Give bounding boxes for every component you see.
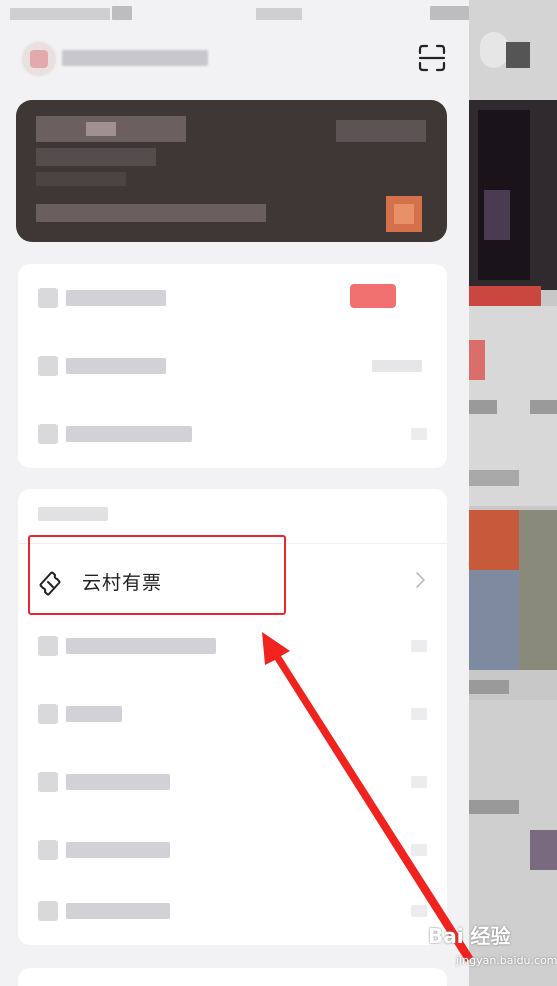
status-bar (0, 0, 469, 28)
badge (350, 284, 396, 308)
menu-item-icon (38, 424, 58, 444)
username[interactable] (62, 50, 208, 66)
watermark-logo: Bai 经验 (428, 924, 511, 948)
scan-button[interactable] (416, 42, 448, 74)
chevron-right-icon (411, 905, 427, 917)
menu-item-label (66, 426, 192, 442)
section-title (38, 507, 108, 521)
chevron-right-icon (411, 708, 427, 720)
menu-item-label (66, 903, 170, 919)
menu-item-icon (38, 840, 58, 860)
side-drawer: 云村有票 (0, 0, 469, 986)
menu-item[interactable] (18, 264, 447, 332)
menu-item-label (66, 706, 122, 722)
chevron-right-icon (411, 428, 427, 440)
menu-item-label (66, 638, 216, 654)
menu-item-icon (38, 901, 58, 921)
chevron-right-icon (416, 572, 425, 588)
menu-item-icon (38, 288, 58, 308)
menu-item-icon (38, 772, 58, 792)
menu-item[interactable] (18, 612, 447, 680)
menu-item-value (372, 360, 422, 372)
menu-item-icon (38, 356, 58, 376)
menu-item-icon (38, 704, 58, 724)
chevron-right-icon (411, 776, 427, 788)
menu-item-label (66, 290, 166, 306)
menu-panel-more (18, 968, 447, 986)
watermark: Bai 经验 jingyan.baidu.com (428, 920, 557, 976)
menu-panel-account (18, 264, 447, 468)
menu-item[interactable] (18, 816, 447, 884)
vip-card[interactable] (16, 100, 447, 242)
menu-item[interactable] (18, 400, 447, 468)
menu-item[interactable] (18, 680, 447, 748)
chevron-right-icon (411, 844, 427, 856)
menu-item-label (66, 774, 170, 790)
menu-item-label (66, 358, 166, 374)
menu-item[interactable] (18, 332, 447, 400)
menu-item[interactable] (18, 748, 447, 816)
menu-item-label (66, 842, 170, 858)
drawer-header (0, 28, 469, 84)
menu-item-icon (38, 636, 58, 656)
menu-item[interactable] (18, 877, 447, 945)
chevron-right-icon (411, 640, 427, 652)
watermark-url: jingyan.baidu.com (456, 954, 557, 967)
avatar[interactable] (20, 40, 58, 78)
scan-icon (418, 44, 446, 72)
highlight-box (28, 535, 286, 615)
